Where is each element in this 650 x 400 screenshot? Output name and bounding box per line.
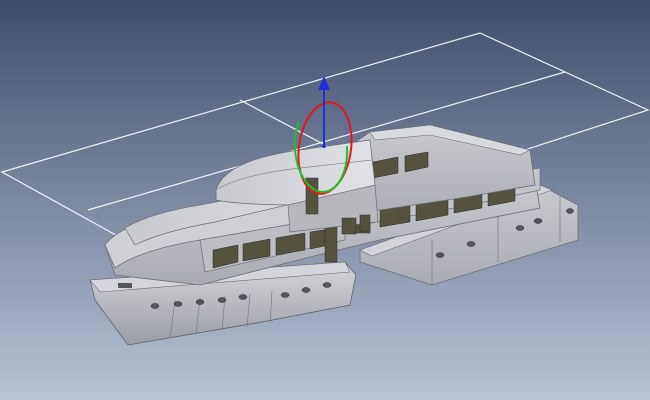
- bow-hatch: [118, 283, 132, 288]
- gizmo-center: [322, 144, 326, 148]
- cad-3d-viewport[interactable]: [0, 0, 650, 400]
